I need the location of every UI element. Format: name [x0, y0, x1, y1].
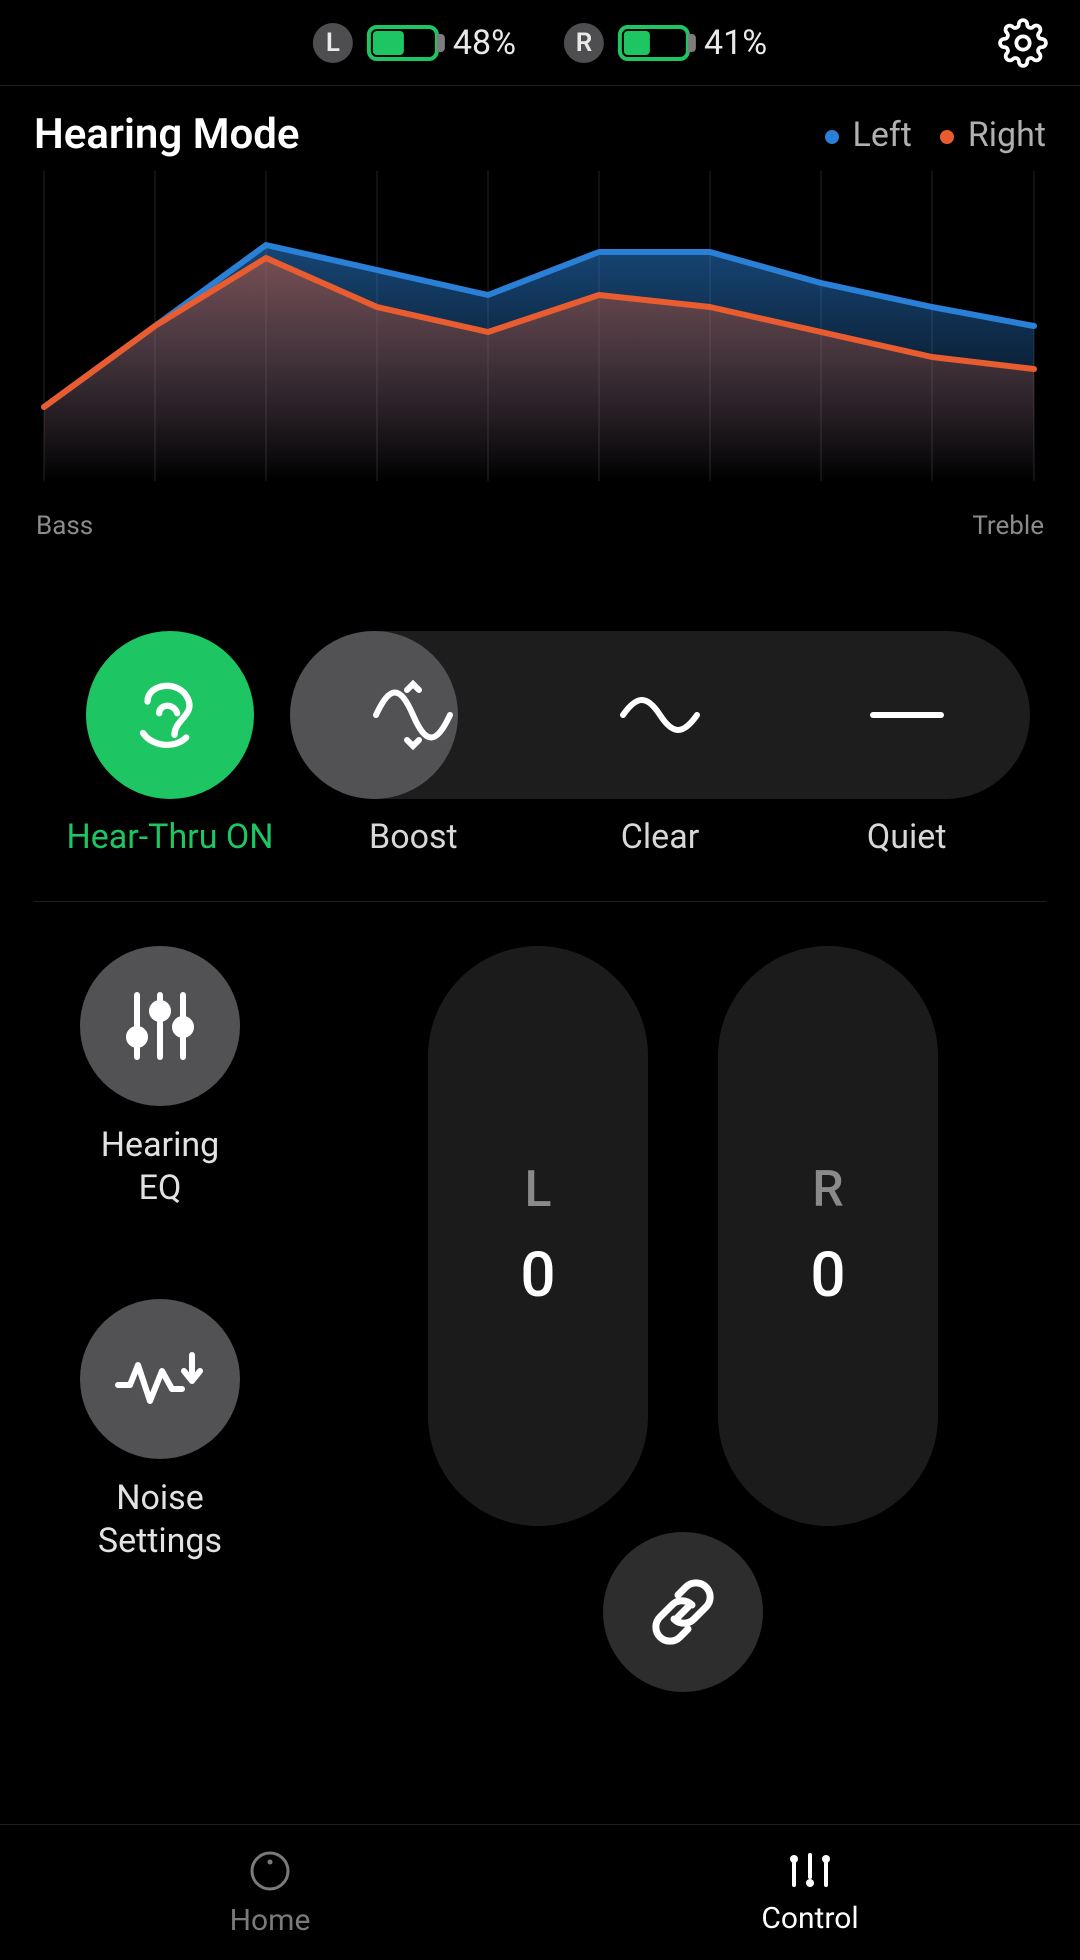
hearing-mode-section: Hearing Mode Left Right — [0, 86, 1080, 902]
volume-right-value: 0 — [810, 1239, 845, 1312]
left-earbud-chip: L — [313, 23, 353, 63]
gear-icon — [998, 18, 1048, 68]
nav-control-label: Control — [761, 1901, 858, 1936]
mode-quiet-label: Quiet — [783, 817, 1030, 857]
wave-icon — [617, 690, 703, 740]
link-icon — [640, 1569, 726, 1655]
nav-home-label: Home — [230, 1903, 311, 1938]
nav-home[interactable]: Home — [0, 1825, 540, 1960]
sliders-icon — [117, 983, 203, 1069]
eq-chart: Bass Treble — [34, 171, 1046, 541]
chart-legend: Left Right — [825, 115, 1046, 155]
battery-right: R 41% — [564, 23, 767, 63]
mode-quiet[interactable] — [783, 631, 1030, 799]
ear-swirl-icon — [125, 670, 215, 760]
battery-left-pct: 48% — [453, 23, 516, 63]
equalizer-bars-icon — [784, 1849, 836, 1893]
volume-right-slider[interactable]: R 0 — [718, 946, 938, 1526]
right-earbud-chip: R — [564, 23, 604, 63]
mode-boost[interactable] — [290, 631, 537, 799]
chart-axis-low: Bass — [36, 511, 93, 541]
mode-clear-label: Clear — [537, 817, 784, 857]
legend-right: Right — [940, 115, 1046, 155]
noise-settings-button[interactable] — [80, 1299, 240, 1459]
battery-icon — [367, 25, 439, 61]
hearing-eq-label: Hearing EQ — [101, 1124, 219, 1209]
noise-settings-label: Noise Settings — [98, 1477, 222, 1562]
mode-pill — [290, 631, 1030, 799]
mode-boost-label: Boost — [290, 817, 537, 857]
battery-right-pct: 41% — [704, 23, 767, 63]
settings-button[interactable] — [996, 16, 1050, 70]
circle-dot-icon — [246, 1847, 294, 1895]
nav-control[interactable]: Control — [540, 1825, 1080, 1960]
battery-icon — [618, 25, 690, 61]
volume-left-letter: L — [524, 1161, 551, 1219]
lower-controls: Hearing EQ Noise Settings L 0 R 0 — [0, 902, 1080, 1662]
mode-clear[interactable] — [537, 631, 784, 799]
noise-down-icon — [112, 1341, 208, 1417]
status-bar: L 48% R 41% — [0, 0, 1080, 86]
battery-cluster: L 48% R 41% — [313, 23, 767, 63]
battery-left: L 48% — [313, 23, 516, 63]
line-icon — [869, 710, 945, 720]
eq-chart-svg — [34, 171, 1044, 501]
hear-thru-label: Hear-Thru ON — [66, 817, 273, 857]
wave-boost-icon — [370, 680, 456, 750]
legend-left: Left — [825, 115, 912, 155]
volume-right-letter: R — [812, 1161, 843, 1219]
volume-left-slider[interactable]: L 0 — [428, 946, 648, 1526]
link-channels-button[interactable] — [603, 1532, 763, 1692]
mode-row: Hear-Thru ON — [34, 631, 1046, 902]
volume-left-value: 0 — [520, 1239, 555, 1312]
hearing-mode-title: Hearing Mode — [34, 110, 299, 159]
bottom-nav: Home Control — [0, 1824, 1080, 1960]
hear-thru-toggle[interactable] — [86, 631, 254, 799]
chart-axis-high: Treble — [972, 511, 1044, 541]
hearing-eq-button[interactable] — [80, 946, 240, 1106]
